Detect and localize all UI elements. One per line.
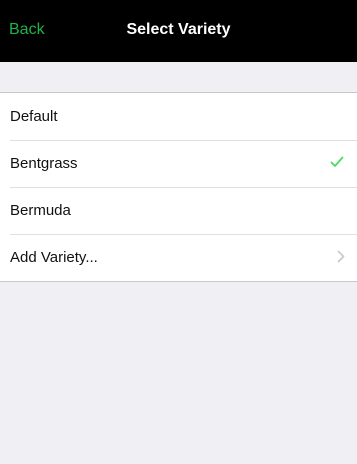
list-item-add-variety[interactable]: Add Variety... — [0, 234, 357, 281]
list-item-default[interactable]: Default — [0, 93, 357, 140]
variety-list: Default Bentgrass Bermuda Add Variety... — [0, 92, 357, 282]
navigation-bar: Back Select Variety — [0, 0, 357, 62]
list-item-label: Bermuda — [10, 202, 71, 219]
chevron-right-icon — [337, 250, 345, 263]
section-spacer — [0, 62, 357, 92]
list-item-bentgrass[interactable]: Bentgrass — [0, 140, 357, 187]
list-item-label: Default — [10, 108, 58, 125]
list-item-bermuda[interactable]: Bermuda — [0, 187, 357, 234]
list-item-label: Bentgrass — [10, 155, 78, 172]
list-item-label: Add Variety... — [10, 249, 98, 266]
checkmark-icon — [330, 156, 344, 167]
page-title: Select Variety — [126, 21, 231, 38]
